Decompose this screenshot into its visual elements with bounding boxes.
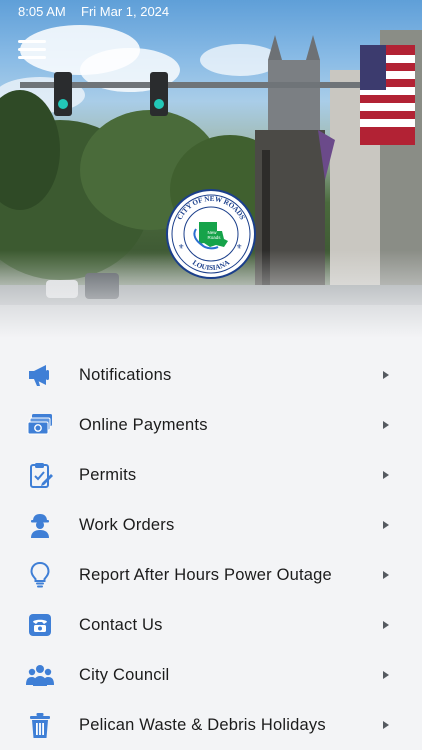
chevron-right-icon	[383, 571, 389, 579]
menu-item-label: Work Orders	[79, 516, 175, 534]
status-time: 8:05 AM	[18, 4, 66, 19]
hero-banner: 8:05 AM Fri Mar 1, 2024 CITY OF NEW ROAD…	[0, 0, 422, 338]
menu-item-permits[interactable]: Permits	[0, 450, 422, 500]
svg-text:Roads: Roads	[207, 235, 221, 240]
menu-item-label: Report After Hours Power Outage	[79, 566, 332, 584]
main-menu: Notifications Online Payments Permits Wo…	[0, 350, 422, 750]
phone-icon	[29, 614, 51, 636]
menu-item-contact-us[interactable]: Contact Us	[0, 600, 422, 650]
chevron-right-icon	[383, 621, 389, 629]
status-bar: 8:05 AM Fri Mar 1, 2024	[0, 0, 422, 24]
menu-item-label: Contact Us	[79, 616, 163, 634]
chevron-right-icon	[383, 721, 389, 729]
menu-item-label: Notifications	[79, 366, 172, 384]
users-icon	[26, 665, 54, 686]
menu-item-work-orders[interactable]: Work Orders	[0, 500, 422, 550]
menu-item-label: City Council	[79, 666, 170, 684]
menu-item-label: Pelican Waste & Debris Holidays	[79, 716, 326, 734]
megaphone-icon	[29, 365, 49, 386]
menu-item-label: Online Payments	[79, 416, 208, 434]
chevron-right-icon	[383, 371, 389, 379]
money-icon	[27, 414, 52, 435]
menu-item-pelican-waste-holidays[interactable]: Pelican Waste & Debris Holidays	[0, 700, 422, 750]
menu-item-report-power-outage[interactable]: Report After Hours Power Outage	[0, 550, 422, 600]
trash-icon	[30, 713, 50, 738]
clipboard-icon	[30, 463, 53, 488]
svg-text:⚜: ⚜	[178, 243, 184, 251]
status-date: Fri Mar 1, 2024	[81, 4, 170, 19]
menu-item-online-payments[interactable]: Online Payments	[0, 400, 422, 450]
chevron-right-icon	[383, 471, 389, 479]
lightbulb-icon	[30, 561, 50, 588]
chevron-right-icon	[383, 671, 389, 679]
chevron-right-icon	[383, 521, 389, 529]
street-photo	[0, 25, 422, 338]
worker-icon	[31, 514, 49, 538]
chevron-right-icon	[383, 421, 389, 429]
menu-item-city-council[interactable]: City Council	[0, 650, 422, 700]
menu-item-label: Permits	[79, 466, 137, 484]
hamburger-menu-icon[interactable]	[18, 40, 46, 62]
menu-item-notifications[interactable]: Notifications	[0, 350, 422, 400]
city-seal-logo: CITY OF NEW ROADS LOUISIANA New Roads ⚜ …	[166, 189, 256, 279]
svg-text:⚜: ⚜	[236, 243, 242, 251]
